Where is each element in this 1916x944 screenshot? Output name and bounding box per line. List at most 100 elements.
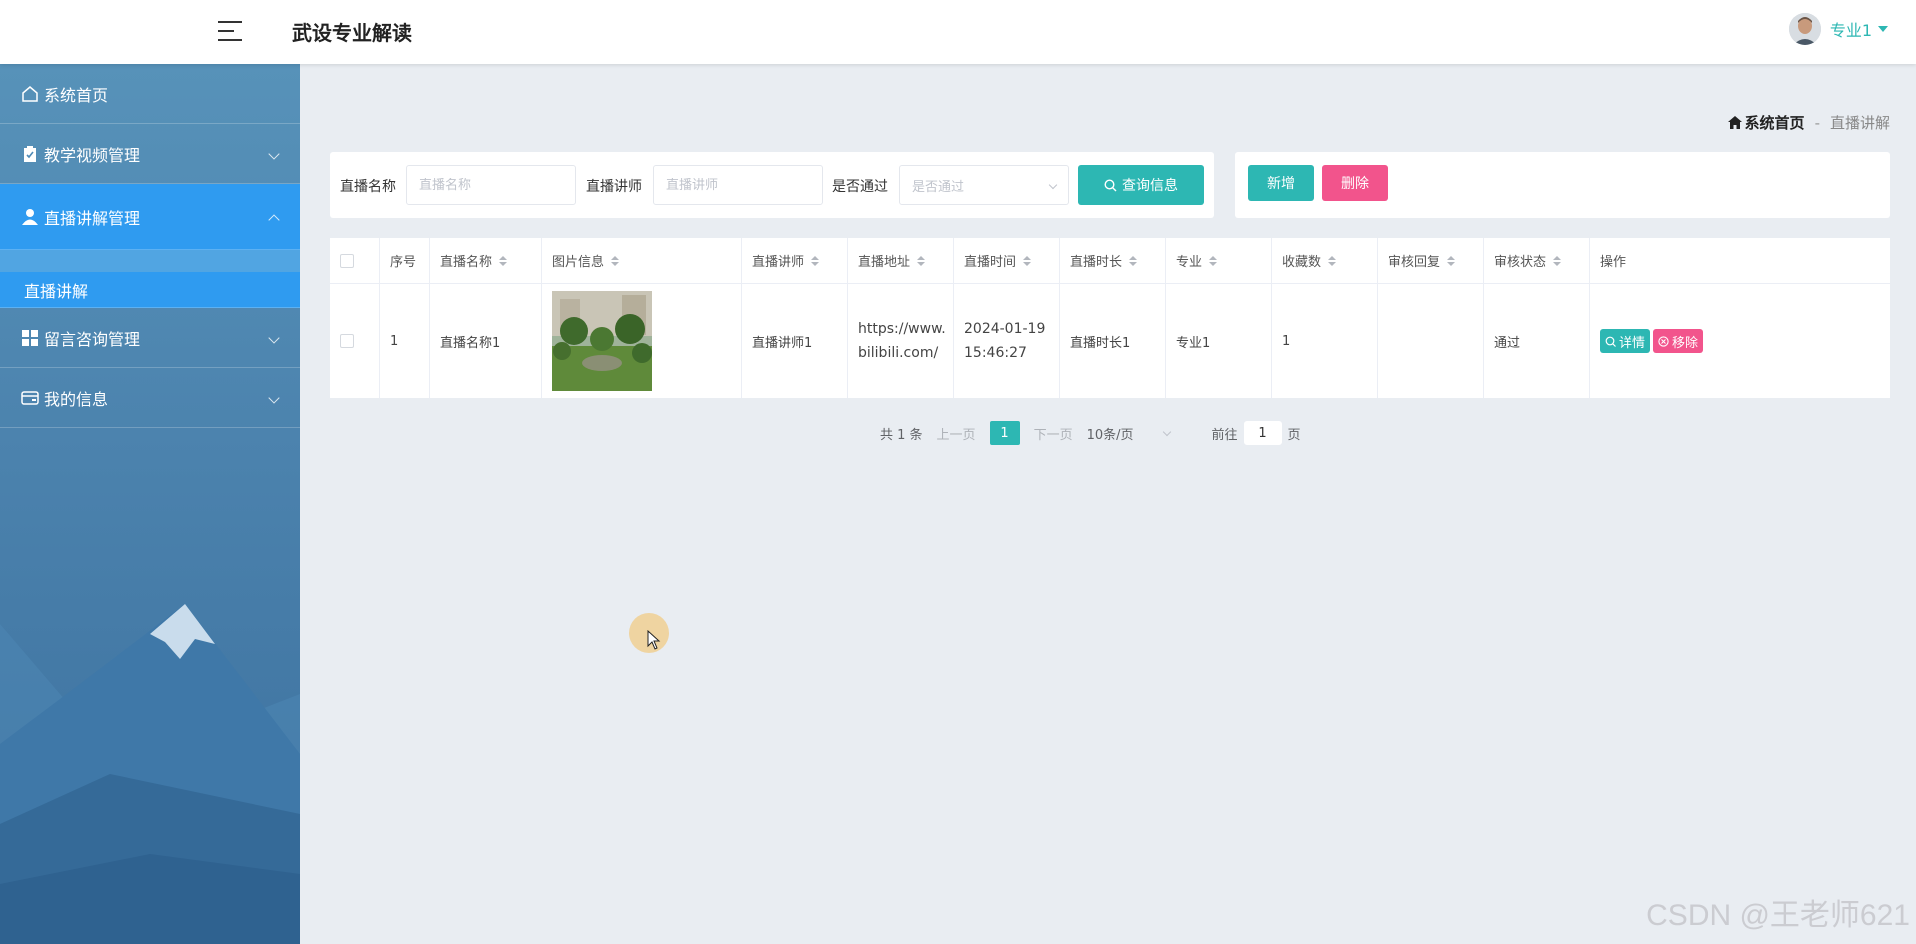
sidebar-item-label: 直播讲解管理 — [44, 208, 141, 228]
sort-icon[interactable] — [1023, 255, 1032, 266]
search-icon — [1104, 178, 1117, 191]
column-header-favorites[interactable]: 收藏数 — [1272, 238, 1378, 283]
cell-reply — [1378, 284, 1484, 398]
column-header-duration[interactable]: 直播时长 — [1060, 238, 1166, 283]
prev-page-button[interactable]: 上一页 — [937, 424, 976, 443]
live-name-input-field[interactable] — [419, 177, 575, 193]
column-header-label: 审核状态 — [1494, 255, 1547, 270]
column-header-label: 审核回复 — [1388, 255, 1441, 270]
action-panel: 新增 删除 — [1235, 152, 1890, 218]
sort-icon[interactable] — [917, 255, 926, 266]
next-page-button[interactable]: 下一页 — [1034, 424, 1073, 443]
page-jumper: 前往 1 页 — [1212, 421, 1301, 445]
column-header-teacher[interactable]: 直播讲师 — [742, 238, 848, 283]
column-header-major[interactable]: 专业 — [1166, 238, 1272, 283]
table-row: 1 直播名称1 直播讲师1 https://www. bilibili.com/… — [330, 284, 1890, 398]
sort-icon[interactable] — [1553, 255, 1562, 266]
cell-major: 专业1 — [1166, 284, 1272, 398]
column-header-image[interactable]: 图片信息 — [542, 238, 742, 283]
chevron-down-icon — [268, 147, 280, 160]
column-header-time[interactable]: 直播时间 — [954, 238, 1060, 283]
sort-icon[interactable] — [611, 255, 620, 266]
column-header-label: 图片信息 — [552, 255, 605, 270]
sidebar-item-live-management[interactable]: 直播讲解管理 — [0, 184, 300, 250]
user-icon — [20, 207, 40, 227]
column-header-index: 序号 — [380, 238, 430, 283]
add-button[interactable]: 新增 — [1248, 165, 1314, 201]
page-number-current[interactable]: 1 — [989, 421, 1020, 445]
avatar — [1788, 13, 1821, 45]
sidebar-item-my-info[interactable]: 我的信息 — [0, 368, 300, 428]
breadcrumb-separator: - — [1814, 113, 1820, 132]
close-circle-icon — [1658, 335, 1669, 347]
detail-button[interactable]: 详情 — [1600, 329, 1651, 353]
home-icon — [1727, 116, 1742, 129]
row-select-cell — [330, 284, 380, 398]
cell-image — [542, 284, 742, 398]
home-icon — [20, 84, 40, 104]
top-header: 武设专业解读 专业1 — [0, 0, 1916, 64]
time-date: 2024-01-19 — [964, 321, 1046, 337]
cell-duration: 直播时长1 — [1060, 284, 1166, 398]
app-title: 武设专业解读 — [292, 21, 412, 45]
chevron-down-icon — [1162, 427, 1171, 436]
breadcrumb-home[interactable]: 系统首页 — [1727, 112, 1805, 133]
sidebar-background-illustration — [0, 604, 300, 944]
detail-icon — [1605, 336, 1616, 347]
sort-icon[interactable] — [1328, 255, 1337, 266]
teacher-input[interactable] — [653, 165, 823, 205]
sidebar: 系统首页 教学视频管理 直播讲解管理 直播讲解 留言咨询管理 我的信息 — [0, 64, 300, 944]
cell-favorites: 1 — [1272, 284, 1378, 398]
column-header-status[interactable]: 审核状态 — [1484, 238, 1590, 283]
remove-button[interactable]: 移除 — [1653, 329, 1704, 353]
column-header-url[interactable]: 直播地址 — [848, 238, 954, 283]
column-header-label: 直播名称 — [440, 255, 493, 270]
sort-icon[interactable] — [1447, 255, 1456, 266]
page-size-select[interactable]: 10条/页 — [1087, 424, 1171, 443]
cell-status: 通过 — [1484, 284, 1590, 398]
query-button[interactable]: 查询信息 — [1078, 165, 1204, 205]
pass-label: 是否通过 — [832, 179, 888, 195]
teacher-input-field[interactable] — [666, 177, 822, 193]
column-header-reply[interactable]: 审核回复 — [1378, 238, 1484, 283]
data-table: 序号 直播名称 图片信息 直播讲师 直播地址 直播时间 直播时长 专业 收藏数 … — [330, 238, 1890, 398]
pass-select[interactable]: 是否通过 — [899, 165, 1069, 205]
sort-icon[interactable] — [499, 255, 508, 266]
sort-icon[interactable] — [811, 255, 820, 266]
teacher-label: 直播讲师 — [586, 179, 642, 195]
goto-prefix: 前往 — [1211, 427, 1238, 443]
sidebar-item-video-management[interactable]: 教学视频管理 — [0, 124, 300, 184]
column-header-name[interactable]: 直播名称 — [430, 238, 542, 283]
pass-select-placeholder: 是否通过 — [912, 179, 965, 195]
user-menu[interactable]: 专业1 — [1788, 13, 1888, 45]
detail-button-label: 详情 — [1619, 335, 1646, 351]
column-header-label: 直播时长 — [1070, 255, 1123, 270]
breadcrumb: 系统首页 - 直播讲解 — [1727, 112, 1890, 133]
sidebar-item-label: 留言咨询管理 — [44, 329, 141, 349]
grid-icon — [20, 328, 40, 348]
delete-button[interactable]: 删除 — [1322, 165, 1388, 201]
menu-toggle-icon[interactable] — [218, 19, 244, 43]
breadcrumb-home-label: 系统首页 — [1744, 114, 1805, 132]
user-name: 专业1 — [1829, 21, 1872, 40]
column-header-label: 专业 — [1176, 255, 1203, 270]
card-icon — [20, 388, 40, 408]
submenu-spacer — [0, 250, 300, 272]
goto-page-input[interactable]: 1 — [1243, 421, 1282, 445]
live-thumbnail-image[interactable] — [552, 291, 652, 391]
cell-index: 1 — [380, 284, 430, 398]
row-checkbox[interactable] — [340, 334, 354, 348]
column-header-label: 直播时间 — [964, 255, 1017, 270]
column-header-label: 序号 — [390, 255, 417, 270]
sidebar-subitem-live[interactable]: 直播讲解 — [0, 272, 300, 308]
sidebar-item-home[interactable]: 系统首页 — [0, 64, 300, 124]
watermark: CSDN @王老师621 — [1646, 899, 1910, 932]
sort-icon[interactable] — [1209, 255, 1218, 266]
live-name-input[interactable] — [406, 165, 576, 205]
pagination-total: 共 1 条 — [880, 427, 923, 443]
column-header-actions: 操作 — [1590, 238, 1890, 283]
sidebar-item-message-management[interactable]: 留言咨询管理 — [0, 308, 300, 368]
select-all-checkbox[interactable] — [340, 253, 354, 268]
search-panel: 直播名称 直播讲师 是否通过 是否通过 查询信息 — [330, 152, 1214, 218]
sort-icon[interactable] — [1129, 255, 1138, 266]
